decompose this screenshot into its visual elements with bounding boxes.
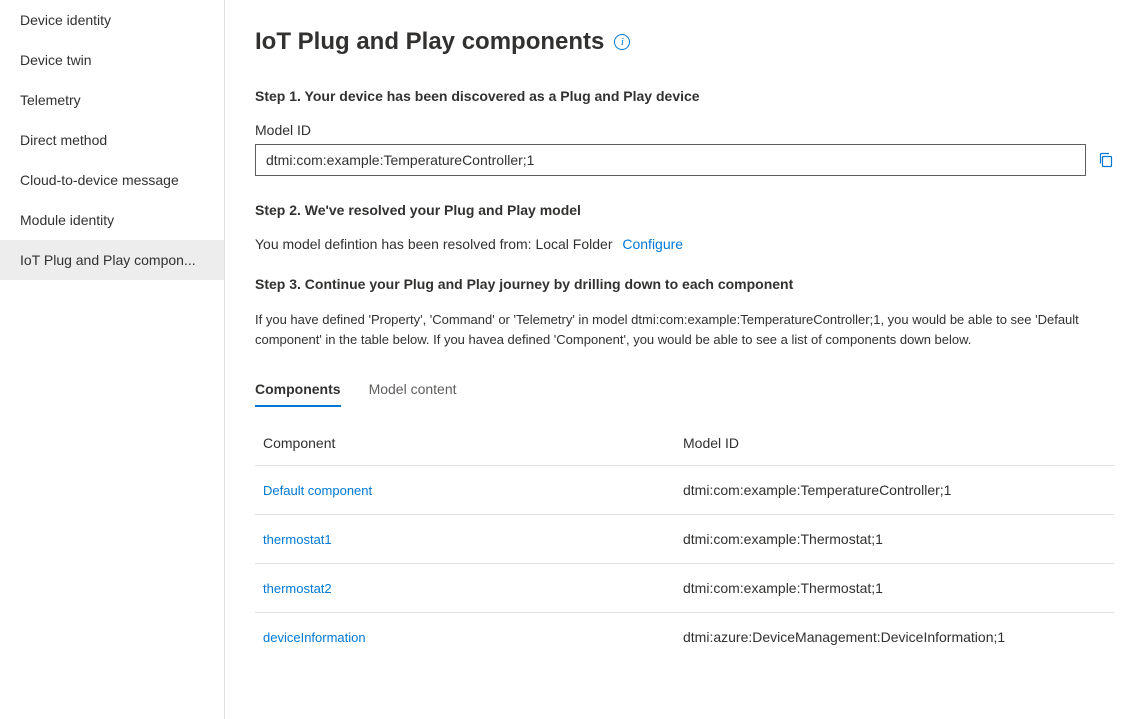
tabs: Components Model content	[255, 373, 1114, 407]
tab-components[interactable]: Components	[255, 373, 341, 407]
component-link[interactable]: deviceInformation	[263, 630, 366, 645]
table-row: thermostat2 dtmi:com:example:Thermostat;…	[255, 563, 1114, 612]
info-icon[interactable]: i	[614, 34, 630, 50]
model-id-text: dtmi:com:example:Thermostat;1	[683, 580, 883, 596]
component-link[interactable]: Default component	[263, 483, 372, 498]
step2-body-text: You model defintion has been resolved fr…	[255, 236, 612, 252]
sidebar: Device identity Device twin Telemetry Di…	[0, 0, 225, 719]
copy-icon[interactable]	[1098, 152, 1114, 168]
table-header: Component Model ID	[255, 435, 1114, 465]
col-header-component: Component	[263, 435, 683, 451]
model-id-input[interactable]	[255, 144, 1086, 176]
table-row: thermostat1 dtmi:com:example:Thermostat;…	[255, 514, 1114, 563]
component-link[interactable]: thermostat2	[263, 581, 332, 596]
model-id-text: dtmi:com:example:TemperatureController;1	[683, 482, 951, 498]
sidebar-item-device-identity[interactable]: Device identity	[0, 0, 224, 40]
sidebar-item-telemetry[interactable]: Telemetry	[0, 80, 224, 120]
tab-model-content[interactable]: Model content	[369, 373, 457, 407]
sidebar-item-cloud-to-device-message[interactable]: Cloud-to-device message	[0, 160, 224, 200]
sidebar-item-iot-plug-and-play[interactable]: IoT Plug and Play compon...	[0, 240, 224, 280]
model-id-text: dtmi:com:example:Thermostat;1	[683, 531, 883, 547]
step1-heading: Step 1. Your device has been discovered …	[255, 88, 1114, 104]
step3-description: If you have defined 'Property', 'Command…	[255, 310, 1114, 349]
step2-body: You model defintion has been resolved fr…	[255, 236, 1114, 252]
main-content: IoT Plug and Play components i Step 1. Y…	[225, 0, 1144, 719]
sidebar-item-device-twin[interactable]: Device twin	[0, 40, 224, 80]
table-row: deviceInformation dtmi:azure:DeviceManag…	[255, 612, 1114, 661]
page-title: IoT Plug and Play components i	[255, 28, 1114, 56]
step3-heading: Step 3. Continue your Plug and Play jour…	[255, 276, 1114, 292]
model-id-row	[255, 144, 1114, 176]
sidebar-item-module-identity[interactable]: Module identity	[0, 200, 224, 240]
configure-link[interactable]: Configure	[622, 236, 683, 252]
component-link[interactable]: thermostat1	[263, 532, 332, 547]
model-id-text: dtmi:azure:DeviceManagement:DeviceInform…	[683, 629, 1005, 645]
table-row: Default component dtmi:com:example:Tempe…	[255, 465, 1114, 514]
sidebar-item-direct-method[interactable]: Direct method	[0, 120, 224, 160]
step2-heading: Step 2. We've resolved your Plug and Pla…	[255, 202, 1114, 218]
components-table: Component Model ID Default component dtm…	[255, 435, 1114, 661]
model-id-label: Model ID	[255, 122, 1114, 138]
col-header-model-id: Model ID	[683, 435, 1114, 451]
page-title-text: IoT Plug and Play components	[255, 28, 604, 56]
